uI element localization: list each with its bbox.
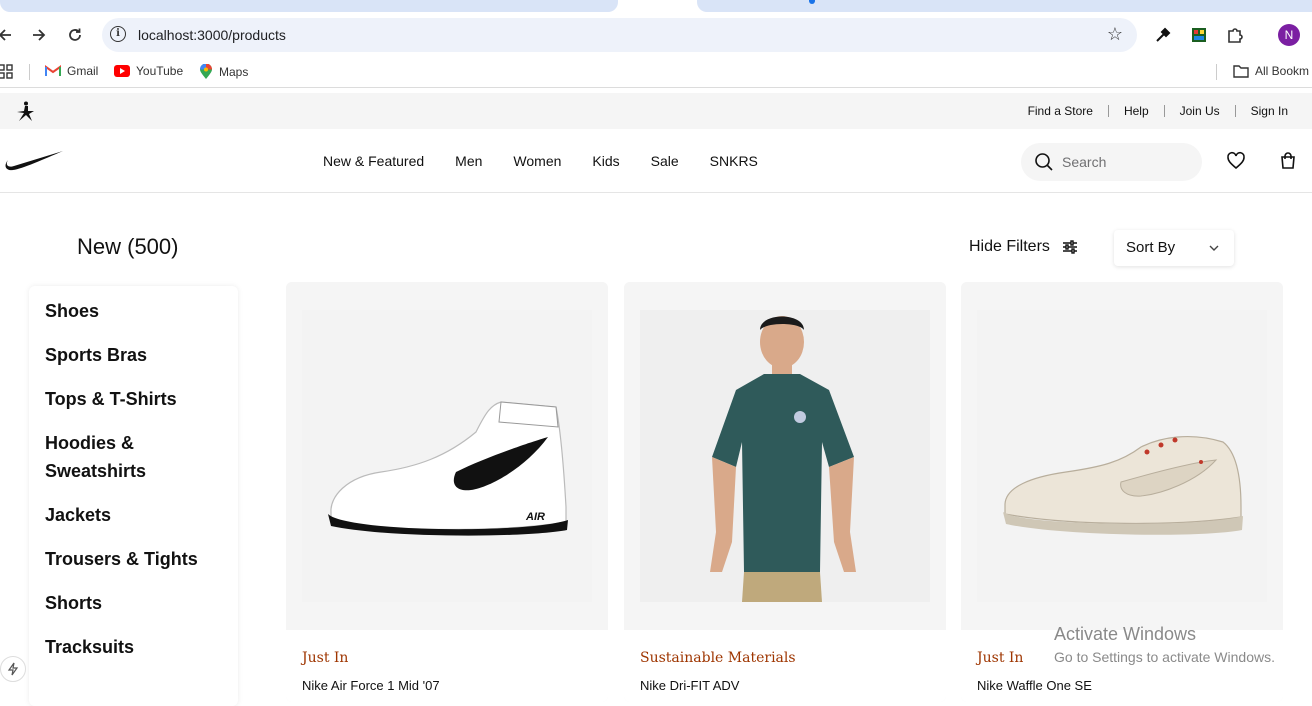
chevron-down-icon (1209, 245, 1219, 251)
folder-icon (1233, 65, 1249, 78)
sign-in-link[interactable]: Sign In (1241, 104, 1298, 118)
product-info: Just In Nike Air Force 1 Mid '07 (286, 630, 608, 702)
url-text[interactable]: localhost:3000/products (138, 27, 286, 43)
category-sweatshirts[interactable]: Sweatshirts (45, 457, 146, 485)
category-sidebar: Shoes Sports Bras Tops & T-Shirts Hoodie… (29, 286, 238, 706)
reload-icon[interactable] (64, 24, 86, 46)
sort-by-label: Sort By (1126, 239, 1176, 256)
tab-strip (0, 0, 1312, 14)
browser-tab-1[interactable] (0, 0, 618, 12)
all-bookmarks-label: All Bookm (1255, 64, 1310, 78)
back-icon[interactable] (0, 24, 16, 46)
product-image-area[interactable]: AIR (286, 282, 608, 630)
bag-icon[interactable] (1278, 151, 1298, 171)
sneaker-image (977, 310, 1267, 602)
watermark-subtitle: Go to Settings to activate Windows. (1054, 649, 1275, 665)
product-tag: Just In (302, 650, 349, 666)
category-shoes[interactable]: Shoes (45, 297, 99, 325)
dev-tools-indicator[interactable] (0, 656, 26, 682)
nav-snkrs[interactable]: SNKRS (710, 153, 758, 169)
product-card[interactable]: Sustainable Materials Nike Dri-FIT ADV (624, 282, 946, 702)
bookmark-label: YouTube (136, 64, 184, 78)
product-card[interactable]: AIR Just In Nike Air Force 1 Mid '07 (286, 282, 608, 702)
category-tracksuits[interactable]: Tracksuits (45, 633, 134, 661)
bookmark-youtube[interactable]: YouTube (114, 64, 183, 78)
lightning-icon (7, 662, 19, 676)
search-placeholder: Search (1062, 154, 1107, 170)
search-input[interactable]: Search (1021, 143, 1202, 181)
main-header: New & Featured Men Women Kids Sale SNKRS… (0, 129, 1312, 193)
nav-men[interactable]: Men (455, 153, 482, 169)
product-tag: Sustainable Materials (640, 650, 796, 666)
nav-new-featured[interactable]: New & Featured (323, 153, 424, 169)
bookmark-label: Gmail (67, 64, 99, 78)
sneaker-image: AIR (302, 310, 592, 602)
utility-divider (1234, 105, 1236, 117)
apps-grid-icon[interactable] (0, 64, 14, 80)
product-info: Sustainable Materials Nike Dri-FIT ADV (624, 630, 946, 702)
utility-bar: Find a Store Help Join Us Sign In (0, 93, 1312, 129)
address-bar[interactable]: i localhost:3000/products ☆ (102, 18, 1137, 52)
nike-swoosh-icon[interactable] (4, 149, 64, 173)
youtube-icon (114, 65, 130, 77)
product-image-area[interactable] (961, 282, 1283, 630)
product-image-area[interactable] (624, 282, 946, 630)
product-tag: Just In (977, 650, 1024, 666)
heart-icon[interactable] (1226, 151, 1246, 171)
eyedropper-icon[interactable] (1152, 24, 1174, 46)
site-info-icon[interactable]: i (110, 26, 126, 42)
forward-icon[interactable] (28, 24, 50, 46)
nav-sale[interactable]: Sale (651, 153, 679, 169)
bookmark-label: Maps (219, 65, 249, 79)
category-sports-bras[interactable]: Sports Bras (45, 341, 147, 369)
category-tops-tshirts[interactable]: Tops & T-Shirts (45, 385, 177, 413)
browser-tab-2[interactable] (697, 0, 1312, 12)
find-store-link[interactable]: Find a Store (1018, 104, 1103, 118)
puzzle-icon[interactable] (1224, 24, 1246, 46)
all-bookmarks[interactable]: All Bookm (1233, 64, 1309, 78)
help-link[interactable]: Help (1114, 104, 1159, 118)
utility-divider (1163, 105, 1165, 117)
join-us-link[interactable]: Join Us (1170, 104, 1230, 118)
tshirt-model-image (640, 310, 930, 602)
bookmark-maps[interactable]: Maps (199, 64, 248, 80)
page-title: New (500) (77, 234, 179, 259)
category-shorts[interactable]: Shorts (45, 589, 102, 617)
hide-filters-button[interactable]: Hide Filters (969, 238, 1078, 256)
utility-divider (1107, 105, 1109, 117)
bookmark-divider (1216, 64, 1217, 80)
jordan-logo-icon[interactable] (14, 100, 36, 122)
maps-icon (200, 64, 212, 79)
bookmarks-bar: Gmail YouTube Maps All Bookm (0, 56, 1312, 88)
category-trousers-tights[interactable]: Trousers & Tights (45, 545, 198, 573)
filter-sliders-icon (1062, 240, 1077, 254)
category-hoodies[interactable]: Hoodies & (45, 429, 134, 457)
hide-filters-label: Hide Filters (969, 238, 1050, 255)
profile-avatar[interactable]: N (1278, 24, 1300, 46)
bookmark-star-icon[interactable]: ☆ (1107, 24, 1123, 45)
browser-toolbar: i localhost:3000/products ☆ N (0, 14, 1312, 56)
gmail-icon (45, 65, 61, 76)
extension-icon[interactable] (1188, 24, 1210, 46)
nav-women[interactable]: Women (513, 153, 561, 169)
search-icon[interactable] (1034, 152, 1054, 172)
nav-kids[interactable]: Kids (592, 153, 619, 169)
watermark-title: Activate Windows (1054, 624, 1197, 644)
svg-text:AIR: AIR (525, 511, 545, 523)
category-jackets[interactable]: Jackets (45, 501, 111, 529)
primary-nav: New & Featured Men Women Kids Sale SNKRS (323, 129, 789, 193)
bookmark-divider (29, 64, 30, 80)
activation-watermark: Activate Windows Go to Settings to activ… (1054, 624, 1275, 665)
bookmark-gmail[interactable]: Gmail (45, 64, 98, 78)
sort-by-dropdown[interactable]: Sort By (1114, 230, 1234, 266)
